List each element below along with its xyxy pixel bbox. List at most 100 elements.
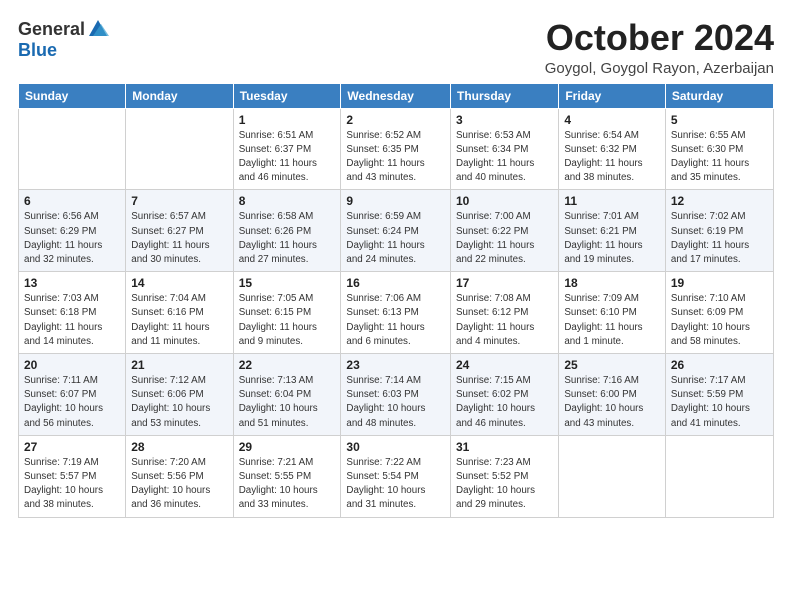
calendar-cell: 18Sunrise: 7:09 AMSunset: 6:10 PMDayligh… [559,272,666,354]
week-row-3: 13 Sunrise: 7:03 AMSunset: 6:18 PMDayligh… [19,272,774,354]
calendar-cell [559,435,666,517]
day-number: 3 [456,113,553,127]
logo: General Blue [18,18,109,61]
day-detail: Sunrise: 6:57 AMSunset: 6:27 PMDaylight:… [131,210,227,267]
day-number: 30 [346,440,445,454]
day-detail: Sunrise: 7:00 AMSunset: 6:22 PMDaylight:… [456,210,553,267]
calendar-cell: 25 Sunrise: 7:16 AMSunset: 6:00 PMDayligh… [559,354,666,436]
calendar-cell: 13 Sunrise: 7:03 AMSunset: 6:18 PMDayligh… [19,272,126,354]
calendar-cell: 21Sunrise: 7:12 AMSunset: 6:06 PMDayligh… [126,354,233,436]
calendar-cell: 3 Sunrise: 6:53 AMSunset: 6:34 PMDaylight… [451,108,559,190]
logo-icon [87,18,109,40]
day-detail: Sunrise: 7:23 AMSunset: 5:52 PMDaylight:… [456,456,553,513]
week-row-5: 27 Sunrise: 7:19 AMSunset: 5:57 PMDayligh… [19,435,774,517]
day-number: 29 [239,440,336,454]
day-detail: Sunrise: 7:05 AMSunset: 6:15 PMDaylight:… [239,292,336,349]
day-detail: Sunrise: 7:10 AMSunset: 6:09 PMDaylight:… [671,292,768,349]
calendar-cell: 31Sunrise: 7:23 AMSunset: 5:52 PMDayligh… [451,435,559,517]
day-detail: Sunrise: 7:09 AMSunset: 6:10 PMDaylight:… [564,292,660,349]
day-number: 16 [346,276,445,290]
day-number: 12 [671,194,768,208]
header: General Blue October 2024 Goygol, Goygol… [18,18,774,77]
week-row-2: 6 Sunrise: 6:56 AMSunset: 6:29 PMDaylight… [19,190,774,272]
calendar-cell: 24 Sunrise: 7:15 AMSunset: 6:02 PMDayligh… [451,354,559,436]
day-detail: Sunrise: 7:20 AMSunset: 5:56 PMDaylight:… [131,456,227,513]
day-number: 19 [671,276,768,290]
day-detail: Sunrise: 7:13 AMSunset: 6:04 PMDaylight:… [239,374,336,431]
calendar-cell: 19 Sunrise: 7:10 AMSunset: 6:09 PMDayligh… [665,272,773,354]
day-detail: Sunrise: 7:19 AMSunset: 5:57 PMDaylight:… [24,456,120,513]
day-number: 28 [131,440,227,454]
logo-blue-text: Blue [18,40,57,61]
day-detail: Sunrise: 6:55 AMSunset: 6:30 PMDaylight:… [671,129,768,186]
day-number: 13 [24,276,120,290]
day-detail: Sunrise: 6:54 AMSunset: 6:32 PMDaylight:… [564,129,660,186]
day-number: 21 [131,358,227,372]
weekday-friday: Friday [559,83,666,108]
day-number: 23 [346,358,445,372]
calendar-cell: 7 Sunrise: 6:57 AMSunset: 6:27 PMDaylight… [126,190,233,272]
calendar-table: SundayMondayTuesdayWednesdayThursdayFrid… [18,83,774,518]
calendar-cell: 17Sunrise: 7:08 AMSunset: 6:12 PMDayligh… [451,272,559,354]
day-number: 1 [239,113,336,127]
calendar-cell: 9 Sunrise: 6:59 AMSunset: 6:24 PMDaylight… [341,190,451,272]
day-number: 4 [564,113,660,127]
calendar-cell: 2 Sunrise: 6:52 AMSunset: 6:35 PMDaylight… [341,108,451,190]
calendar-cell: 6 Sunrise: 6:56 AMSunset: 6:29 PMDaylight… [19,190,126,272]
logo-general-text: General [18,19,85,40]
day-number: 25 [564,358,660,372]
day-detail: Sunrise: 7:11 AMSunset: 6:07 PMDaylight:… [24,374,120,431]
day-detail: Sunrise: 6:53 AMSunset: 6:34 PMDaylight:… [456,129,553,186]
day-detail: Sunrise: 6:52 AMSunset: 6:35 PMDaylight:… [346,129,445,186]
calendar-cell: 29 Sunrise: 7:21 AMSunset: 5:55 PMDayligh… [233,435,341,517]
title-block: October 2024 Goygol, Goygol Rayon, Azerb… [545,18,774,77]
day-detail: Sunrise: 7:08 AMSunset: 6:12 PMDaylight:… [456,292,553,349]
day-number: 8 [239,194,336,208]
day-number: 14 [131,276,227,290]
calendar-cell: 22Sunrise: 7:13 AMSunset: 6:04 PMDayligh… [233,354,341,436]
calendar-cell: 4 Sunrise: 6:54 AMSunset: 6:32 PMDaylight… [559,108,666,190]
calendar-cell: 14Sunrise: 7:04 AMSunset: 6:16 PMDayligh… [126,272,233,354]
day-number: 5 [671,113,768,127]
calendar-cell [19,108,126,190]
calendar-cell: 30Sunrise: 7:22 AMSunset: 5:54 PMDayligh… [341,435,451,517]
day-detail: Sunrise: 6:59 AMSunset: 6:24 PMDaylight:… [346,210,445,267]
calendar-cell [665,435,773,517]
calendar-cell: 27 Sunrise: 7:19 AMSunset: 5:57 PMDayligh… [19,435,126,517]
day-detail: Sunrise: 7:15 AMSunset: 6:02 PMDaylight:… [456,374,553,431]
calendar-cell: 16 Sunrise: 7:06 AMSunset: 6:13 PMDayligh… [341,272,451,354]
day-number: 26 [671,358,768,372]
day-number: 2 [346,113,445,127]
weekday-wednesday: Wednesday [341,83,451,108]
day-number: 7 [131,194,227,208]
day-number: 27 [24,440,120,454]
calendar-cell: 11Sunrise: 7:01 AMSunset: 6:21 PMDayligh… [559,190,666,272]
day-number: 20 [24,358,120,372]
week-row-1: 1 Sunrise: 6:51 AMSunset: 6:37 PMDaylight… [19,108,774,190]
calendar-cell: 12 Sunrise: 7:02 AMSunset: 6:19 PMDayligh… [665,190,773,272]
day-detail: Sunrise: 7:06 AMSunset: 6:13 PMDaylight:… [346,292,445,349]
week-row-4: 20 Sunrise: 7:11 AMSunset: 6:07 PMDayligh… [19,354,774,436]
calendar-cell [126,108,233,190]
weekday-header-row: SundayMondayTuesdayWednesdayThursdayFrid… [19,83,774,108]
day-detail: Sunrise: 6:56 AMSunset: 6:29 PMDaylight:… [24,210,120,267]
day-detail: Sunrise: 6:51 AMSunset: 6:37 PMDaylight:… [239,129,336,186]
calendar-cell: 26 Sunrise: 7:17 AMSunset: 5:59 PMDayligh… [665,354,773,436]
day-detail: Sunrise: 7:17 AMSunset: 5:59 PMDaylight:… [671,374,768,431]
day-detail: Sunrise: 7:14 AMSunset: 6:03 PMDaylight:… [346,374,445,431]
calendar-cell: 1 Sunrise: 6:51 AMSunset: 6:37 PMDaylight… [233,108,341,190]
day-number: 9 [346,194,445,208]
month-title: October 2024 [545,18,774,58]
day-detail: Sunrise: 7:03 AMSunset: 6:18 PMDaylight:… [24,292,120,349]
day-number: 15 [239,276,336,290]
day-detail: Sunrise: 7:21 AMSunset: 5:55 PMDaylight:… [239,456,336,513]
weekday-monday: Monday [126,83,233,108]
calendar-cell: 20 Sunrise: 7:11 AMSunset: 6:07 PMDayligh… [19,354,126,436]
day-number: 24 [456,358,553,372]
calendar-cell: 5 Sunrise: 6:55 AMSunset: 6:30 PMDaylight… [665,108,773,190]
day-detail: Sunrise: 6:58 AMSunset: 6:26 PMDaylight:… [239,210,336,267]
day-detail: Sunrise: 7:02 AMSunset: 6:19 PMDaylight:… [671,210,768,267]
day-number: 6 [24,194,120,208]
day-detail: Sunrise: 7:16 AMSunset: 6:00 PMDaylight:… [564,374,660,431]
page: General Blue October 2024 Goygol, Goygol… [0,0,792,612]
